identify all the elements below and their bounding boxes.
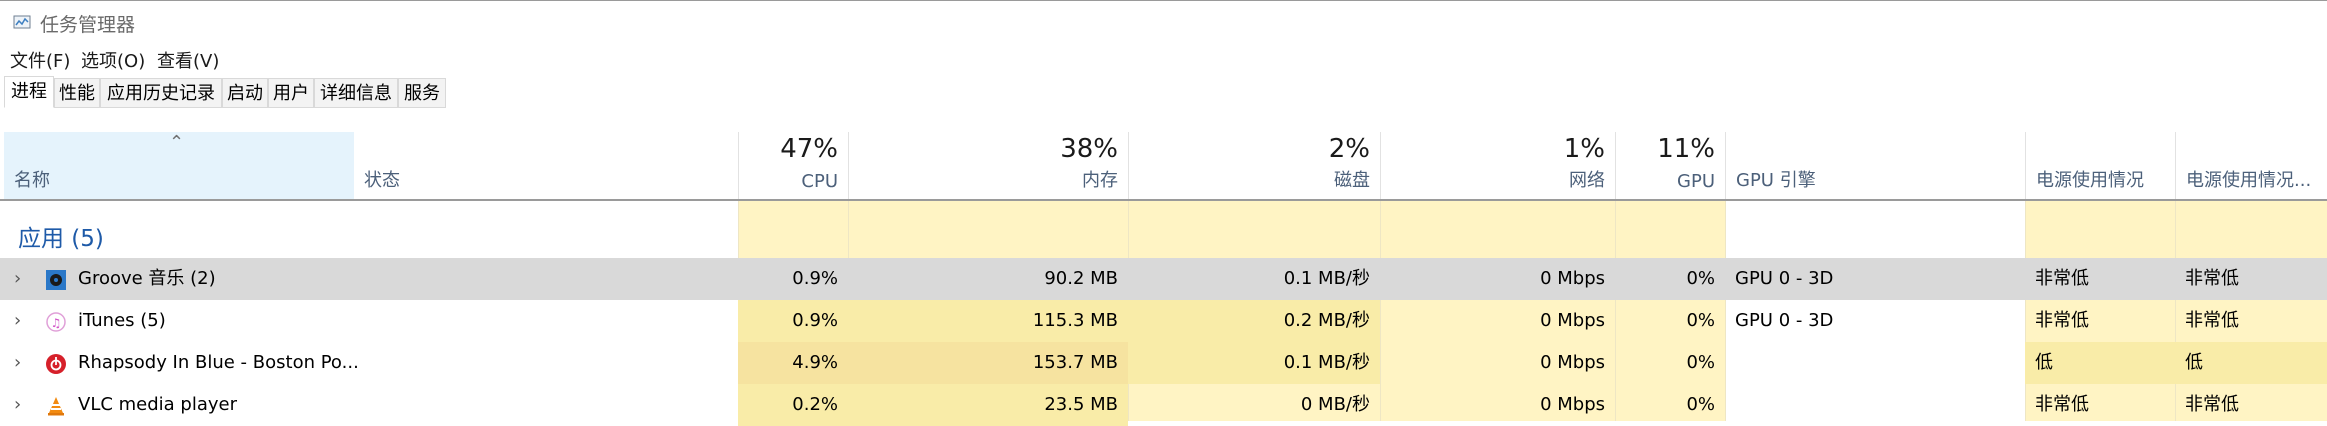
power-trend-cell: 非常低 <box>2185 310 2239 331</box>
column-header-gpu-engine[interactable]: GPU 引擎 <box>1725 132 2025 200</box>
menu-file[interactable]: 文件(F) <box>10 47 70 73</box>
table-row[interactable]: › Rhapsody In Blue - Boston Po... 4.9% 1… <box>0 342 2327 384</box>
process-name: Groove 音乐 (2) <box>78 268 216 289</box>
column-power-trend-label: 电源使用情况... <box>2186 170 2312 191</box>
memory-cell: 23.5 MB <box>1044 394 1118 415</box>
cpu-cell: 0.2% <box>792 394 838 415</box>
gpu-cell: 0% <box>1686 268 1715 289</box>
chevron-right-icon[interactable]: › <box>14 258 21 300</box>
column-header: ⌃ 名称 状态 47% CPU 38% 内存 2% 磁盘 1% 网络 11% G… <box>0 132 2327 200</box>
title-bar: 任务管理器 <box>0 0 2327 44</box>
column-header-cpu[interactable]: 47% CPU <box>738 132 848 200</box>
menu-bar: 文件(F) 选项(O) 查看(V) <box>0 44 2327 74</box>
network-cell: 0 Mbps <box>1540 268 1605 289</box>
network-cell: 0 Mbps <box>1540 352 1605 373</box>
network-cell: 0 Mbps <box>1540 310 1605 331</box>
gpu-cell: 0% <box>1686 352 1715 373</box>
tab-performance[interactable]: 性能 <box>54 78 100 108</box>
gpu-engine-cell <box>1725 342 2025 384</box>
memory-cell: 153.7 MB <box>1032 352 1118 373</box>
memory-cell: 115.3 MB <box>1032 310 1118 331</box>
power-trend-cell: 低 <box>2185 352 2203 373</box>
table-row[interactable]: › ♫ iTunes (5) 0.9% 115.3 MB 0.2 MB/秒 0 … <box>0 300 2327 342</box>
column-header-disk[interactable]: 2% 磁盘 <box>1128 132 1380 200</box>
svg-text:♫: ♫ <box>51 316 62 330</box>
cpu-cell: 4.9% <box>792 352 838 373</box>
column-network-label: 网络 <box>1569 170 1605 191</box>
column-gpu-engine-label: GPU 引擎 <box>1736 170 1816 191</box>
tab-strip: 进程 性能 应用历史记录 启动 用户 详细信息 服务 <box>0 76 2327 110</box>
disk-cell: 0.2 MB/秒 <box>1283 310 1370 331</box>
process-name: iTunes (5) <box>78 310 166 331</box>
disk-cell: 0 MB/秒 <box>1300 394 1370 415</box>
network-total-percent: 1% <box>1563 134 1605 164</box>
process-list: 应用 (5) › Groove 音乐 (2) 0.9% 90.2 MB 0.1 … <box>0 201 2327 426</box>
power-cell: 低 <box>2035 352 2053 373</box>
column-name-label: 名称 <box>14 170 50 191</box>
itunes-icon: ♫ <box>46 312 66 332</box>
task-manager-icon <box>13 15 31 29</box>
column-header-name[interactable]: ⌃ 名称 <box>4 132 354 200</box>
tab-services[interactable]: 服务 <box>398 78 446 108</box>
table-row[interactable]: › VLC media player 0.2% 23.5 MB 0 MB/秒 0… <box>0 384 2327 426</box>
process-name: VLC media player <box>78 394 238 415</box>
power-cell: 非常低 <box>2035 268 2089 289</box>
column-power-label: 电源使用情况 <box>2036 170 2144 191</box>
gpu-engine-cell <box>1725 384 2025 426</box>
vlc-icon <box>48 397 64 416</box>
tab-app-history[interactable]: 应用历史记录 <box>100 78 222 108</box>
window-title: 任务管理器 <box>40 14 136 36</box>
gpu-engine-cell: GPU 0 - 3D <box>1735 268 1834 289</box>
gpu-total-percent: 11% <box>1657 134 1715 164</box>
sort-up-icon: ⌃ <box>169 132 185 153</box>
tab-users[interactable]: 用户 <box>268 78 314 108</box>
cpu-cell: 0.9% <box>792 310 838 331</box>
column-header-status[interactable]: 状态 <box>354 132 738 200</box>
process-name: Rhapsody In Blue - Boston Po... <box>78 352 359 373</box>
column-header-network[interactable]: 1% 网络 <box>1380 132 1615 200</box>
gpu-engine-cell: GPU 0 - 3D <box>1735 310 1834 331</box>
column-status-label: 状态 <box>364 170 400 191</box>
cpu-cell: 0.9% <box>792 268 838 289</box>
menu-view[interactable]: 查看(V) <box>157 47 219 73</box>
window-top-border <box>0 0 2327 1</box>
column-cpu-label: CPU <box>801 171 838 192</box>
group-title-apps[interactable]: 应用 (5) <box>18 219 104 253</box>
disk-cell: 0.1 MB/秒 <box>1283 352 1370 373</box>
power-cell: 非常低 <box>2035 310 2089 331</box>
power-trend-cell: 非常低 <box>2185 268 2239 289</box>
power-trend-cell: 非常低 <box>2185 394 2239 415</box>
chevron-right-icon[interactable]: › <box>14 300 21 342</box>
column-gpu-label: GPU <box>1677 171 1715 192</box>
gpu-cell: 0% <box>1686 394 1715 415</box>
table-row[interactable]: › Groove 音乐 (2) 0.9% 90.2 MB 0.1 MB/秒 0 … <box>0 258 2327 300</box>
column-header-power[interactable]: 电源使用情况 <box>2025 132 2175 200</box>
netease-music-icon <box>46 354 66 374</box>
column-disk-label: 磁盘 <box>1334 170 1370 191</box>
tab-startup[interactable]: 启动 <box>222 78 268 108</box>
network-cell: 0 Mbps <box>1540 394 1605 415</box>
power-cell: 非常低 <box>2035 394 2089 415</box>
column-header-gpu[interactable]: 11% GPU <box>1615 132 1725 200</box>
memory-cell: 90.2 MB <box>1044 268 1118 289</box>
gpu-cell: 0% <box>1686 310 1715 331</box>
disk-total-percent: 2% <box>1328 134 1370 164</box>
column-header-memory[interactable]: 38% 内存 <box>848 132 1128 200</box>
cpu-total-percent: 47% <box>780 134 838 164</box>
chevron-right-icon[interactable]: › <box>14 384 21 426</box>
chevron-right-icon[interactable]: › <box>14 342 21 384</box>
column-header-power-trend[interactable]: 电源使用情况... <box>2175 132 2325 200</box>
tab-processes[interactable]: 进程 <box>4 76 54 108</box>
memory-total-percent: 38% <box>1060 134 1118 164</box>
menu-options[interactable]: 选项(O) <box>81 47 145 73</box>
tab-details[interactable]: 详细信息 <box>314 78 398 108</box>
groove-music-icon <box>46 270 66 290</box>
disk-cell: 0.1 MB/秒 <box>1283 268 1370 289</box>
column-memory-label: 内存 <box>1082 170 1118 191</box>
